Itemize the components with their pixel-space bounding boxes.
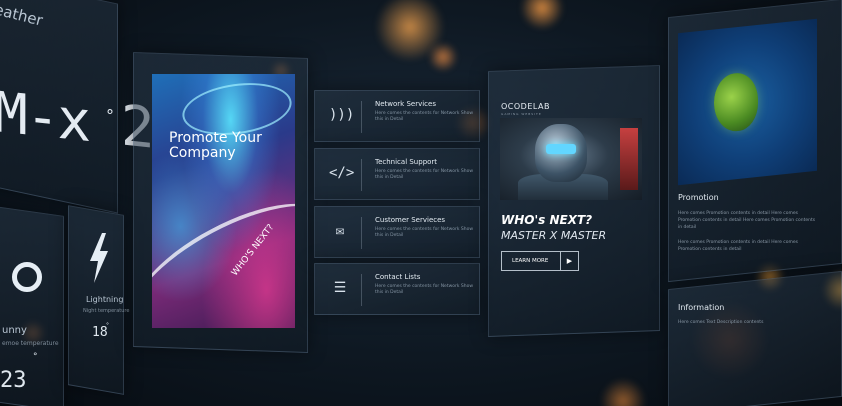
service-name: Customer Servieces <box>375 216 446 224</box>
service-description: Here comes the contents for Network Show… <box>375 284 474 295</box>
rss-icon: ))) <box>329 107 355 123</box>
code-icon: </> <box>329 165 355 181</box>
learn-more-button[interactable]: LEARN MORE ▶ <box>501 251 579 271</box>
scene: eather M-x 26 ° unny emoe temperature 23… <box>0 0 842 406</box>
service-item-contacts[interactable]: ☰ Contact Lists Here comes the contents … <box>314 263 480 315</box>
poster-streak-graphic <box>152 177 295 328</box>
sunny-label: unny <box>2 325 27 336</box>
lightning-label: Lightning <box>86 295 124 304</box>
brand-tagline: GAMING WEBSITE <box>501 112 542 116</box>
service-description: Here comes the contents for Network Show… <box>375 111 474 122</box>
promotion-title: Promotion <box>678 193 719 202</box>
hero-visor-graphic <box>546 144 576 154</box>
bokeh-light <box>520 0 564 30</box>
game-headline: WHO's NEXT? <box>501 213 593 227</box>
service-name: Technical Support <box>375 158 438 166</box>
service-item-technical[interactable]: </> Technical Support Here comes the con… <box>314 148 480 200</box>
divider <box>361 159 362 191</box>
play-arrow-icon: ▶ <box>560 252 578 270</box>
bokeh-light <box>428 42 458 72</box>
service-item-network[interactable]: ))) Network Services Here comes the cont… <box>314 90 480 142</box>
mail-icon: ✉ <box>335 223 345 239</box>
divider <box>361 217 362 249</box>
brand-logo: OCODELAB <box>501 102 550 111</box>
service-name: Contact Lists <box>375 273 421 281</box>
sunny-degree: ° <box>33 352 38 362</box>
game-subheadline: MASTER X MASTER <box>501 229 607 242</box>
learn-more-label: LEARN MORE <box>512 258 549 264</box>
earth-image <box>678 18 817 186</box>
lightning-icon <box>90 233 108 283</box>
bokeh-light <box>375 0 445 62</box>
weather-degree: ° <box>106 106 114 125</box>
background-banner-graphic <box>620 128 638 190</box>
service-description: Here comes the contents for Network Show… <box>375 227 474 238</box>
lightning-degree: ° <box>106 322 109 329</box>
promotion-text: Here comes Promotion contents in detail … <box>678 240 799 252</box>
sunny-subtitle: emoe temperature <box>2 340 59 347</box>
green-globe-graphic <box>714 70 758 134</box>
service-name: Network Services <box>375 100 436 108</box>
information-panel[interactable] <box>668 270 842 406</box>
information-text: Here comes Text Description contents <box>678 320 764 325</box>
game-hero-image <box>500 118 642 200</box>
service-description: Here comes the contents for Network Show… <box>375 169 474 180</box>
promotion-text: Here comes Promotion contents in detail … <box>678 211 816 230</box>
poster-title: Promote Your Company <box>169 130 262 161</box>
list-icon: ☰ <box>333 280 347 296</box>
lightning-subtitle: Night temperature <box>83 308 130 314</box>
poster-image[interactable]: Promote Your Company WHO'S NEXT? <box>152 74 295 328</box>
divider <box>361 101 362 133</box>
bokeh-light <box>600 378 646 406</box>
sun-icon <box>12 262 42 292</box>
sunny-temperature: 23 <box>0 368 27 393</box>
service-item-customer[interactable]: ✉ Customer Servieces Here comes the cont… <box>314 206 480 258</box>
information-title: Information <box>678 303 725 312</box>
divider <box>361 274 362 306</box>
